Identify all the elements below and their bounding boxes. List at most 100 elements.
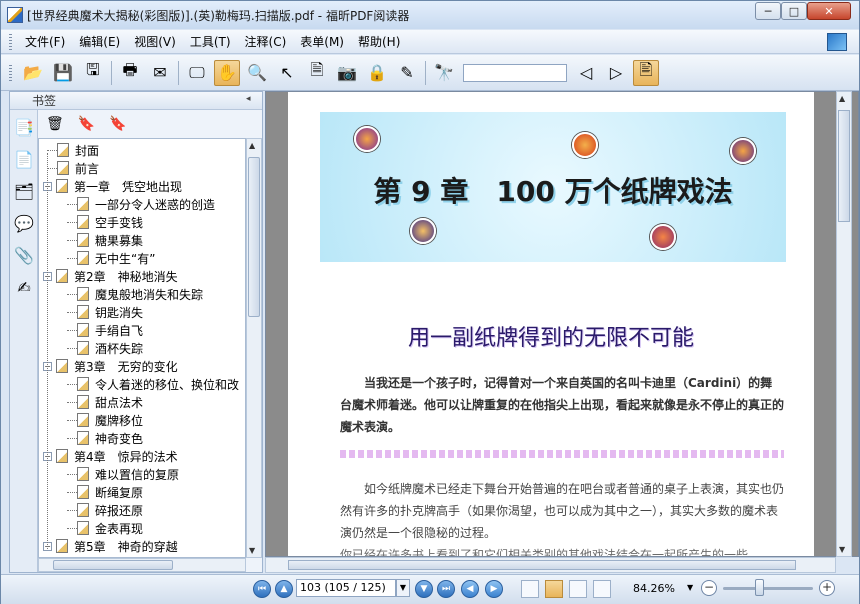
bookmarks-icon[interactable]: 📑 xyxy=(14,116,34,138)
bookmark-item[interactable]: 酒杯失踪 xyxy=(77,339,143,357)
add-bookmark-icon[interactable]: 🔖 xyxy=(78,116,95,132)
signatures-icon[interactable]: ✍ xyxy=(14,276,34,298)
bookmark-item[interactable]: 糖果募集 xyxy=(77,231,143,249)
facing-view-icon[interactable] xyxy=(569,580,587,598)
continuous-facing-view-icon[interactable] xyxy=(593,580,611,598)
next-page-icon[interactable]: ▼ xyxy=(415,580,433,598)
save-as-icon[interactable]: 🖫 xyxy=(80,60,106,86)
chapter-banner: 第 9 章 100 万个纸牌戏法 xyxy=(320,112,786,262)
last-page-icon[interactable]: ⏭ xyxy=(437,580,455,598)
close-button[interactable]: ✕ xyxy=(807,2,851,20)
bookmark-item[interactable]: 无中生“有” xyxy=(77,249,155,267)
previous-page-icon[interactable]: ▲ xyxy=(275,580,293,598)
select-tool-icon[interactable]: ↖ xyxy=(274,60,300,86)
doc-scroll-down-icon[interactable]: ▼ xyxy=(839,545,845,554)
zoom-level[interactable]: 84.26% xyxy=(633,582,675,595)
document-vertical-scrollbar[interactable]: ▲ ▼ xyxy=(836,91,852,557)
menu-forms[interactable]: 表单(M) xyxy=(293,33,351,50)
bookmark-item[interactable]: 断绳复原 xyxy=(77,483,143,501)
bookmark-item[interactable]: 碎报还原 xyxy=(77,501,143,519)
bookmark-item[interactable]: 令人着迷的移位、换位和改 xyxy=(77,375,239,393)
zoom-in-button[interactable]: + xyxy=(819,580,835,596)
menu-comments[interactable]: 注释(C) xyxy=(238,33,294,50)
text-select-icon[interactable]: 🗎 xyxy=(304,60,330,86)
find-icon[interactable]: 🔭 xyxy=(431,60,457,86)
foxit-app-icon[interactable] xyxy=(7,7,23,23)
bookmark-item[interactable]: 钥匙消失 xyxy=(77,303,143,321)
bookmark-item[interactable]: 封面 xyxy=(57,141,99,159)
first-page-icon[interactable]: ⏮ xyxy=(253,580,271,598)
navigation-rail: 📑 📄 🗂 💬 📎 ✍ xyxy=(10,110,38,572)
zoom-slider-track[interactable] xyxy=(723,587,813,590)
maximize-button[interactable]: □ xyxy=(781,2,807,20)
attachments-icon[interactable]: 📎 xyxy=(14,244,34,266)
bookmark-item[interactable]: 魔鬼般地消失和失踪 xyxy=(77,285,203,303)
bookmark-label: 碎报还原 xyxy=(95,503,144,518)
open-folder-icon[interactable]: 📂 xyxy=(20,60,46,86)
bookmark-item[interactable]: 金表再现 xyxy=(77,519,143,537)
bookmark-item[interactable]: − 第3章 无穷的变化 xyxy=(43,357,178,375)
menu-view[interactable]: 视图(V) xyxy=(127,33,183,50)
zoom-dropdown-icon[interactable]: ▼ xyxy=(687,583,693,592)
doc-scroll-up-icon[interactable]: ▲ xyxy=(839,94,845,103)
email-icon[interactable]: ✉ xyxy=(147,60,173,86)
minimize-button[interactable]: ─ xyxy=(755,2,781,20)
document-hscroll-thumb[interactable] xyxy=(288,560,796,570)
document-horizontal-scrollbar[interactable] xyxy=(265,557,836,573)
document-view[interactable]: 第 9 章 100 万个纸牌戏法 用一副纸牌得到的无限不可能 当我还是一个孩子时… xyxy=(265,91,859,557)
bookmark-item[interactable]: 魔牌移位 xyxy=(77,411,143,429)
zoom-tool-icon[interactable]: 🔍 xyxy=(244,60,270,86)
menu-tools[interactable]: 工具(T) xyxy=(183,33,238,50)
continuous-view-icon[interactable] xyxy=(545,580,563,598)
layers-icon[interactable]: 🗂 xyxy=(14,180,34,202)
zoom-slider-knob[interactable] xyxy=(755,579,764,596)
foxit-online-icon[interactable] xyxy=(827,33,847,51)
comments-icon[interactable]: 💬 xyxy=(14,212,34,234)
bookmark-item[interactable]: − 第5章 神奇的穿越 xyxy=(43,537,178,555)
hand-tool-icon[interactable]: ✋ xyxy=(214,59,240,86)
search-input[interactable] xyxy=(463,63,567,82)
menu-file[interactable]: 文件(F) xyxy=(18,33,72,50)
bookmark-item[interactable]: 空手变钱 xyxy=(77,213,143,231)
bookmark-item[interactable]: 前言 xyxy=(57,159,99,177)
forward-icon[interactable]: ▶ xyxy=(485,580,503,598)
back-icon[interactable]: ◀ xyxy=(461,580,479,598)
scroll-up-icon[interactable]: ▲ xyxy=(249,141,255,150)
bookmark-item[interactable]: 手绢自飞 xyxy=(77,321,143,339)
bookmark-item[interactable]: − 第4章 惊异的法术 xyxy=(43,447,178,465)
bookmark-horizontal-scrollbar[interactable] xyxy=(38,558,246,572)
bookmark-item[interactable]: 甜点法术 xyxy=(77,393,143,411)
zoom-out-button[interactable]: − xyxy=(701,580,717,596)
rms-icon[interactable]: 🔒 xyxy=(364,60,390,86)
pages-icon[interactable]: 📄 xyxy=(14,148,34,170)
bookmark-label: 酒杯失踪 xyxy=(95,341,144,356)
typewriter-icon[interactable]: 🖹 xyxy=(633,59,659,86)
bookmark-item[interactable]: 难以置信的复原 xyxy=(77,465,179,483)
bookmark-item[interactable]: − 第2章 神秘地消失 xyxy=(43,267,178,285)
single-page-view-icon[interactable] xyxy=(521,580,539,598)
menu-grip-icon[interactable] xyxy=(9,33,12,50)
toolbar-grip-icon[interactable] xyxy=(9,64,12,81)
menu-help[interactable]: 帮助(H) xyxy=(351,33,407,50)
save-icon[interactable]: 💾 xyxy=(50,60,76,86)
print-icon[interactable]: 🖶 xyxy=(117,60,143,86)
bookmark-item[interactable]: 神奇变色 xyxy=(77,429,143,447)
prev-result-icon[interactable]: ◁ xyxy=(573,60,599,86)
sign-icon[interactable]: ✎ xyxy=(394,60,420,86)
page-dropdown-icon[interactable]: ▼ xyxy=(396,579,410,597)
bookmark-item[interactable]: − 第一章 凭空地出现 xyxy=(43,177,182,195)
page-number-input[interactable]: 103 (105 / 125) xyxy=(296,579,396,597)
fullscreen-icon[interactable]: 🖵 xyxy=(184,60,210,86)
scroll-down-icon[interactable]: ▼ xyxy=(249,546,255,555)
collapse-panel-icon[interactable]: ◂ xyxy=(246,94,256,106)
menu-edit[interactable]: 编辑(E) xyxy=(72,33,127,50)
document-scroll-thumb[interactable] xyxy=(838,110,850,222)
bookmark-scroll-thumb[interactable] xyxy=(248,157,260,317)
next-result-icon[interactable]: ▷ xyxy=(603,60,629,86)
bookmark-item[interactable]: 一部分令人迷惑的创造 xyxy=(77,195,215,213)
snapshot-icon[interactable]: 📷 xyxy=(334,60,360,86)
bookmark-vertical-scrollbar[interactable]: ▲ ▼ xyxy=(246,138,262,558)
delete-bookmark-icon[interactable]: 🗑 xyxy=(46,116,64,132)
bookmark-hscroll-thumb[interactable] xyxy=(53,560,173,570)
add-child-bookmark-icon[interactable]: 🔖 xyxy=(109,116,126,132)
